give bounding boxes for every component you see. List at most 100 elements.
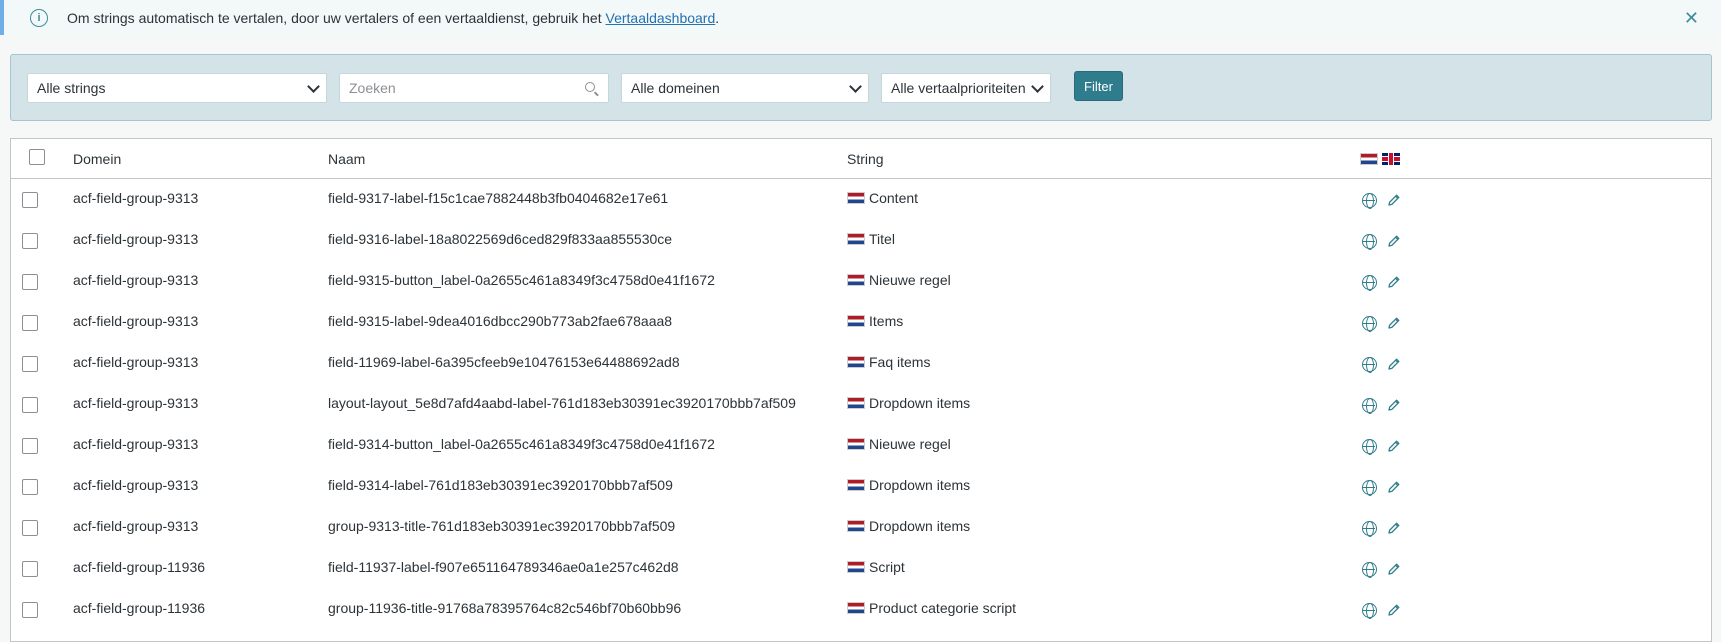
flag-nl-icon <box>847 274 865 286</box>
row-checkbox[interactable] <box>22 602 38 618</box>
globe-icon[interactable] <box>1362 234 1377 250</box>
row-name: group-11936-title-91768a78395764c82c546b… <box>328 600 682 616</box>
search-icon[interactable] <box>585 82 595 92</box>
row-checkbox[interactable] <box>22 520 38 536</box>
flag-nl-icon <box>847 192 865 204</box>
notice-message: Om strings automatisch te vertalen, door… <box>67 9 606 26</box>
table-row: acf-field-group-9313 field-9314-button_la… <box>11 425 1711 466</box>
pencil-icon[interactable] <box>1387 521 1401 535</box>
row-string-value: Dropdown items <box>869 477 971 493</box>
row-domain: acf-field-group-9313 <box>73 354 199 370</box>
row-domain: acf-field-group-9313 <box>73 231 199 247</box>
row-string: Script <box>847 559 905 575</box>
globe-icon[interactable] <box>1362 521 1377 537</box>
row-string: Titel <box>847 231 895 247</box>
flag-nl-icon <box>847 356 865 368</box>
row-string: Dropdown items <box>847 518 970 534</box>
row-string: Nieuwe regel <box>847 436 951 452</box>
notice-suffix: . <box>715 9 720 26</box>
row-domain: acf-field-group-11936 <box>73 600 206 616</box>
priority-select[interactable]: Alle vertaalprioriteiten <box>881 73 1051 103</box>
globe-icon[interactable] <box>1362 439 1377 455</box>
globe-icon[interactable] <box>1362 398 1377 414</box>
row-string-value: Dropdown items <box>869 395 971 411</box>
row-checkbox[interactable] <box>22 274 38 290</box>
pencil-icon[interactable] <box>1387 398 1401 412</box>
chevron-down-icon <box>307 80 320 93</box>
row-domain: acf-field-group-9313 <box>73 395 199 411</box>
row-checkbox[interactable] <box>22 233 38 249</box>
table-row: acf-field-group-11936 group-11936-title-9… <box>11 589 1711 630</box>
row-domain: acf-field-group-11936 <box>73 559 206 575</box>
globe-icon[interactable] <box>1362 316 1377 332</box>
globe-icon[interactable] <box>1362 275 1377 291</box>
table-row: acf-field-group-9313 field-9314-label-761… <box>11 466 1711 507</box>
strings-table: Domein Naam String acf-field-group-9313 f… <box>10 138 1712 642</box>
row-domain: acf-field-group-9313 <box>73 518 199 534</box>
globe-icon[interactable] <box>1362 193 1377 209</box>
row-name: field-9317-label-f15c1cae7882448b3fb0404… <box>328 190 669 206</box>
chevron-down-icon <box>849 80 862 93</box>
translation-dashboard-link[interactable]: Vertaaldashboard <box>606 10 716 26</box>
row-name: field-11969-label-6a395cfeeb9e10476153e6… <box>328 354 680 370</box>
pencil-icon[interactable] <box>1387 357 1401 371</box>
globe-icon[interactable] <box>1362 562 1377 578</box>
chevron-down-icon <box>1031 80 1044 93</box>
filter-button[interactable]: Filter <box>1074 71 1123 101</box>
globe-icon[interactable] <box>1362 357 1377 373</box>
pencil-icon[interactable] <box>1387 275 1401 289</box>
flag-nl-icon <box>847 520 865 532</box>
close-icon[interactable]: ✕ <box>1684 8 1699 29</box>
strings-select[interactable]: Alle strings <box>27 73 327 103</box>
search-input[interactable] <box>340 74 570 102</box>
row-checkbox[interactable] <box>22 192 38 208</box>
table-row: acf-field-group-9313 field-9317-label-f15… <box>11 179 1711 220</box>
filter-bar: Alle strings Alle domeinen Alle vertaalp… <box>10 54 1712 121</box>
table-row: acf-field-group-9313 group-9313-title-761… <box>11 507 1711 548</box>
row-checkbox[interactable] <box>22 479 38 495</box>
row-name: layout-layout_5e8d7afd4aabd-label-761d18… <box>328 395 796 411</box>
row-checkbox[interactable] <box>22 315 38 331</box>
search-field[interactable] <box>339 73 609 103</box>
pencil-icon[interactable] <box>1387 193 1401 207</box>
pencil-icon[interactable] <box>1387 316 1401 330</box>
table-header: Domein Naam String <box>11 139 1711 179</box>
header-name[interactable]: Naam <box>328 151 365 167</box>
row-checkbox[interactable] <box>22 397 38 413</box>
row-checkbox[interactable] <box>22 356 38 372</box>
row-string-value: Content <box>869 190 919 206</box>
domains-select[interactable]: Alle domeinen <box>621 73 869 103</box>
pencil-icon[interactable] <box>1387 603 1401 617</box>
flag-nl-icon <box>847 561 865 573</box>
globe-icon[interactable] <box>1362 480 1377 496</box>
table-row: acf-field-group-9313 layout-layout_5e8d7a… <box>11 384 1711 425</box>
globe-icon[interactable] <box>1362 603 1377 619</box>
row-domain: acf-field-group-9313 <box>73 313 199 329</box>
header-domain[interactable]: Domein <box>73 151 121 167</box>
table-row: acf-field-group-9313 field-9315-label-9de… <box>11 302 1711 343</box>
pencil-icon[interactable] <box>1387 439 1401 453</box>
row-string-value: Dropdown items <box>869 518 971 534</box>
info-icon: i <box>30 8 48 27</box>
row-string-value: Faq items <box>869 354 931 370</box>
row-name: field-9316-label-18a8022569d6ced829f833a… <box>328 231 673 247</box>
row-string: Dropdown items <box>847 477 970 493</box>
select-all-checkbox[interactable] <box>29 149 45 165</box>
row-checkbox[interactable] <box>22 561 38 577</box>
pencil-icon[interactable] <box>1387 480 1401 494</box>
row-string: Product categorie script <box>847 600 1016 616</box>
header-string[interactable]: String <box>847 151 884 167</box>
row-string-value: Script <box>869 559 905 575</box>
pencil-icon[interactable] <box>1387 234 1401 248</box>
row-domain: acf-field-group-9313 <box>73 272 199 288</box>
row-checkbox[interactable] <box>22 438 38 454</box>
pencil-icon[interactable] <box>1387 562 1401 576</box>
row-domain: acf-field-group-9313 <box>73 436 199 452</box>
row-string-value: Product categorie script <box>869 600 1017 616</box>
row-string-value: Nieuwe regel <box>869 272 951 288</box>
translation-notice: i Om strings automatisch te vertalen, do… <box>0 0 1721 35</box>
strings-select-value: Alle strings <box>37 80 106 96</box>
row-name: group-9313-title-761d183eb30391ec3920170… <box>328 518 676 534</box>
row-name: field-9314-button_label-0a2655c461a8349f… <box>328 436 715 452</box>
table-row: acf-field-group-9313 field-9315-button_la… <box>11 261 1711 302</box>
